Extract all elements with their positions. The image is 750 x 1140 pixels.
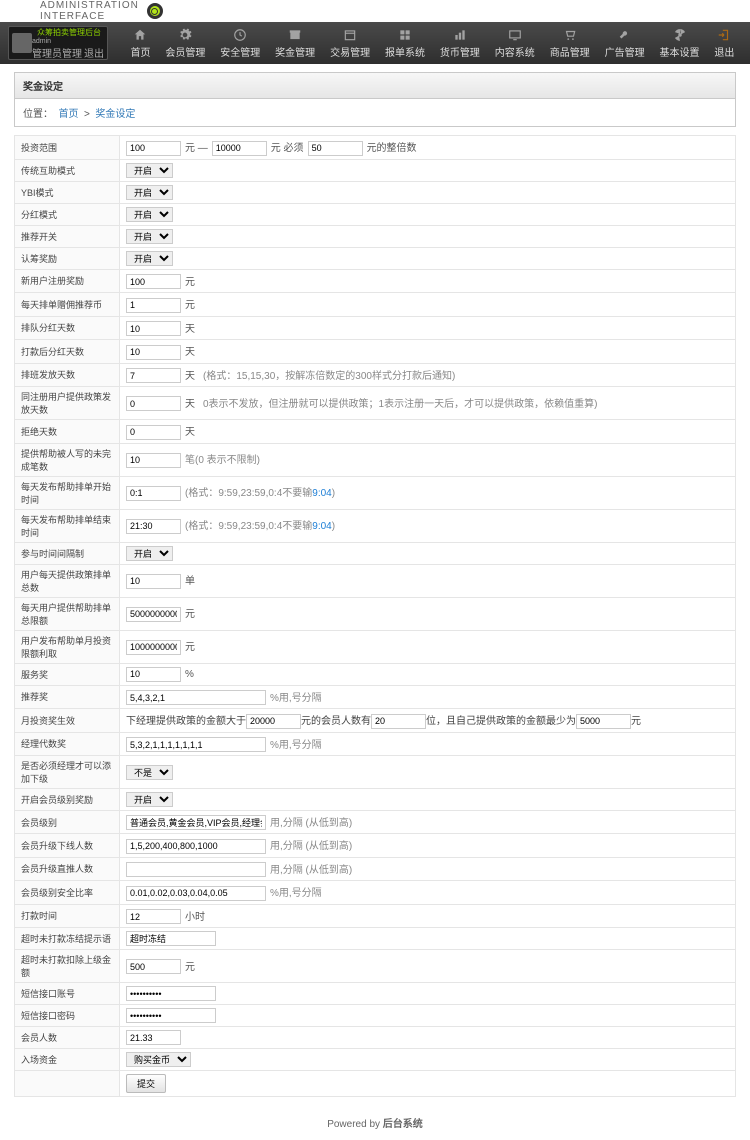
- logout-link[interactable]: 退出: [84, 49, 104, 60]
- queue-dividend-days-input[interactable]: [126, 321, 181, 336]
- timeout-deduct-input[interactable]: [126, 959, 181, 974]
- settings-table: 投资范围 元 —元 必须元的整倍数 传统互助模式开启 YBI模式开启 分红模式开…: [14, 135, 736, 1097]
- nav-ad[interactable]: 广告管理: [605, 28, 645, 59]
- grid-icon: [398, 28, 412, 42]
- time-format-link2[interactable]: 9:04: [312, 521, 331, 532]
- crowdfund-reward-select[interactable]: 开启: [126, 251, 173, 266]
- invest-step-input[interactable]: [308, 141, 363, 156]
- timeout-freeze-msg-input[interactable]: [126, 931, 216, 946]
- schedule-days-input[interactable]: [126, 368, 181, 383]
- nav-product[interactable]: 商品管理: [550, 28, 590, 59]
- nav-trade[interactable]: 交易管理: [330, 28, 370, 59]
- payment-time-input[interactable]: [126, 909, 181, 924]
- home-icon: [133, 28, 147, 42]
- manager-gen-bonus-input[interactable]: [126, 737, 266, 752]
- exit-icon: [717, 28, 731, 42]
- interval-limit-select[interactable]: 开启: [126, 546, 173, 561]
- monthly-invest-limit-input[interactable]: [126, 640, 181, 655]
- avatar: [12, 33, 32, 53]
- user-daily-orders-input[interactable]: [126, 574, 181, 589]
- ybi-mode-select[interactable]: 开启: [126, 185, 173, 200]
- invest-min-input[interactable]: [126, 141, 181, 156]
- gear-icon: [178, 28, 192, 42]
- referral-switch-select[interactable]: 开启: [126, 229, 173, 244]
- menu-bar: 众筹拍卖管理后台 admin 管理员管理 退出 首页 会员管理 安全管理 奖金管…: [0, 22, 750, 64]
- invest-max-input[interactable]: [212, 141, 267, 156]
- main-nav: 首页 会员管理 安全管理 奖金管理 交易管理 报单系统 货币管理 内容系统 商品…: [123, 28, 742, 59]
- radiation-icon: [673, 28, 687, 42]
- box-icon: [288, 28, 302, 42]
- logo-icon: [147, 3, 163, 19]
- crumb-home[interactable]: 首页: [59, 109, 79, 120]
- dividend-mode-select[interactable]: 开启: [126, 207, 173, 222]
- member-count-input[interactable]: [126, 1030, 181, 1045]
- post-pay-dividend-days-input[interactable]: [126, 345, 181, 360]
- nav-bonus[interactable]: 奖金管理: [275, 28, 315, 59]
- nav-currency[interactable]: 货币管理: [440, 28, 480, 59]
- brand-text: ADMINISTRATION INTERFACE: [40, 0, 139, 22]
- clock-icon: [233, 28, 247, 42]
- daily-queue-coin-input[interactable]: [126, 298, 181, 313]
- system-title: 众筹拍卖管理后台: [37, 27, 104, 38]
- footer: Powered by 后台系统: [0, 1105, 750, 1140]
- crumb-current[interactable]: 奖金设定: [95, 109, 135, 120]
- entry-fund-select[interactable]: 购买金币: [126, 1052, 191, 1067]
- bars-icon: [453, 28, 467, 42]
- manager-only-add-select[interactable]: 不是: [126, 765, 173, 780]
- calendar-icon: [343, 28, 357, 42]
- cart-icon: [563, 28, 577, 42]
- member-levels-input[interactable]: [126, 815, 266, 830]
- row-label: 投资范围: [15, 136, 120, 160]
- nav-security[interactable]: 安全管理: [220, 28, 260, 59]
- traditional-mode-select[interactable]: 开启: [126, 163, 173, 178]
- level-downline-input[interactable]: [126, 839, 266, 854]
- incomplete-orders-input[interactable]: [126, 453, 181, 468]
- monthly-bonus-self-input[interactable]: [576, 714, 631, 729]
- reject-days-input[interactable]: [126, 425, 181, 440]
- new-user-reward-input[interactable]: [126, 274, 181, 289]
- sms-password-input[interactable]: [126, 1008, 216, 1023]
- monthly-bonus-amount-input[interactable]: [246, 714, 301, 729]
- nav-content[interactable]: 内容系统: [495, 28, 535, 59]
- level-safety-ratio-input[interactable]: [126, 886, 266, 901]
- admin-manage-link[interactable]: 管理员管理: [32, 49, 82, 60]
- daily-total-limit-input[interactable]: [126, 607, 181, 622]
- nav-exit[interactable]: 退出: [714, 28, 734, 59]
- referral-bonus-input[interactable]: [126, 690, 266, 705]
- nav-home[interactable]: 首页: [130, 28, 150, 59]
- nav-report[interactable]: 报单系统: [385, 28, 425, 59]
- panel-title: 奖金设定: [14, 72, 736, 99]
- time-format-link[interactable]: 9:04: [312, 488, 331, 499]
- level-direct-input[interactable]: [126, 862, 266, 877]
- daily-start-time-input[interactable]: [126, 486, 181, 501]
- same-reg-days-input[interactable]: [126, 396, 181, 411]
- member-level-reward-select[interactable]: 开启: [126, 792, 173, 807]
- tool-icon: [618, 28, 632, 42]
- user-box: 众筹拍卖管理后台 admin 管理员管理 退出: [8, 26, 108, 60]
- sms-account-input[interactable]: [126, 986, 216, 1001]
- screen-icon: [508, 28, 522, 42]
- submit-button[interactable]: 提交: [126, 1074, 166, 1093]
- service-bonus-input[interactable]: [126, 667, 181, 682]
- user-name: admin: [32, 38, 104, 45]
- monthly-bonus-members-input[interactable]: [371, 714, 426, 729]
- nav-settings[interactable]: 基本设置: [660, 28, 700, 59]
- daily-end-time-input[interactable]: [126, 519, 181, 534]
- top-bar: ADMINISTRATION INTERFACE: [0, 0, 750, 22]
- nav-member[interactable]: 会员管理: [165, 28, 205, 59]
- breadcrumb: 位置： 首页 > 奖金设定: [14, 99, 736, 127]
